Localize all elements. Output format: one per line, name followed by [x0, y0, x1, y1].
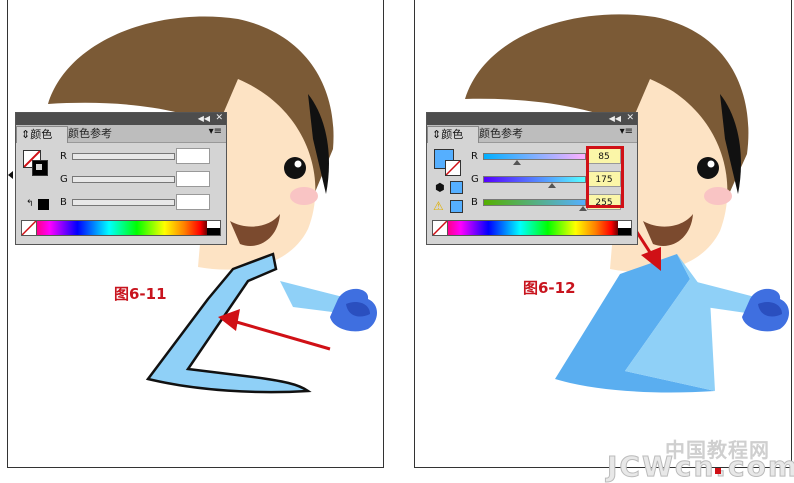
none-color-swatch[interactable] — [21, 220, 37, 236]
channel-label-g: G — [471, 174, 479, 185]
color-spectrum-bar[interactable] — [21, 220, 221, 236]
slider-b[interactable] — [72, 199, 175, 206]
color-spectrum-bar[interactable] — [432, 220, 632, 236]
slider-g[interactable] — [72, 176, 175, 183]
close-icon[interactable]: ✕ — [626, 113, 634, 124]
slider-b[interactable] — [483, 199, 586, 206]
channel-label-b: B — [60, 197, 67, 208]
panel-titlebar[interactable]: ◀◀ ✕ — [16, 113, 226, 125]
value-input-b[interactable] — [176, 194, 210, 210]
channel-label-b: B — [471, 197, 478, 208]
black-swatch[interactable] — [207, 228, 220, 235]
tab-color[interactable]: ⇕颜色 — [16, 126, 68, 143]
last-color-icon[interactable]: ↰ — [26, 199, 34, 209]
white-swatch[interactable] — [207, 221, 220, 228]
close-icon[interactable]: ✕ — [215, 113, 223, 124]
value-input-g[interactable] — [176, 171, 210, 187]
tab-color[interactable]: ⇕颜色 — [427, 126, 479, 143]
slider-thumb-g[interactable] — [548, 183, 556, 188]
color-panel[interactable]: ◀◀ ✕ ⇕颜色 颜色参考 ▾≡ ⬢ ⚠ R 85 G 175 B 255 — [426, 112, 638, 245]
panel-tabs: ⇕颜色 颜色参考 ▾≡ — [16, 125, 226, 143]
channel-label-r: R — [60, 151, 67, 162]
double-chevron-left-icon[interactable]: ◀◀ — [198, 114, 210, 124]
panel-menu-icon[interactable]: ▾≡ — [620, 126, 633, 137]
stroke-swatch-inner — [36, 164, 42, 170]
watermark-english: JCWcn.com — [606, 450, 794, 483]
none-slash-icon — [21, 220, 37, 236]
warning-icon[interactable]: ⚠ — [433, 199, 444, 213]
panel-titlebar[interactable]: ◀◀ ✕ — [427, 113, 637, 125]
none-slash-icon — [445, 160, 461, 176]
tab-color-guide[interactable]: 颜色参考 — [475, 126, 527, 142]
none-slash-icon — [432, 220, 448, 236]
watermark-dot — [715, 468, 721, 474]
slider-r[interactable] — [72, 153, 175, 160]
none-color-swatch[interactable] — [432, 220, 448, 236]
channel-label-g: G — [60, 174, 68, 185]
web-safe-swatch[interactable] — [450, 181, 463, 194]
white-swatch[interactable] — [618, 221, 631, 228]
stroke-swatch[interactable] — [445, 160, 461, 176]
out-of-gamut-cube-icon[interactable]: ⬢ — [435, 181, 445, 194]
slider-r[interactable] — [483, 153, 586, 160]
last-color-swatch[interactable] — [38, 199, 49, 210]
value-input-r[interactable] — [176, 148, 210, 164]
double-chevron-left-icon[interactable]: ◀◀ — [609, 114, 621, 124]
panel-menu-icon[interactable]: ▾≡ — [209, 126, 222, 137]
value-highlight-frame — [586, 146, 624, 208]
panel-tabs: ⇕颜色 颜色参考 ▾≡ — [427, 125, 637, 143]
color-panel[interactable]: ◀◀ ✕ ⇕颜色 颜色参考 ▾≡ ↰ R G B — [15, 112, 227, 245]
in-gamut-swatch[interactable] — [450, 200, 463, 213]
figure-caption: 图6-11 — [114, 285, 167, 303]
slider-g[interactable] — [483, 176, 586, 183]
figure-caption: 图6-12 — [523, 279, 576, 297]
black-swatch[interactable] — [618, 228, 631, 235]
slider-thumb-r[interactable] — [513, 160, 521, 165]
tab-color-guide[interactable]: 颜色参考 — [64, 126, 116, 142]
channel-label-r: R — [471, 151, 478, 162]
